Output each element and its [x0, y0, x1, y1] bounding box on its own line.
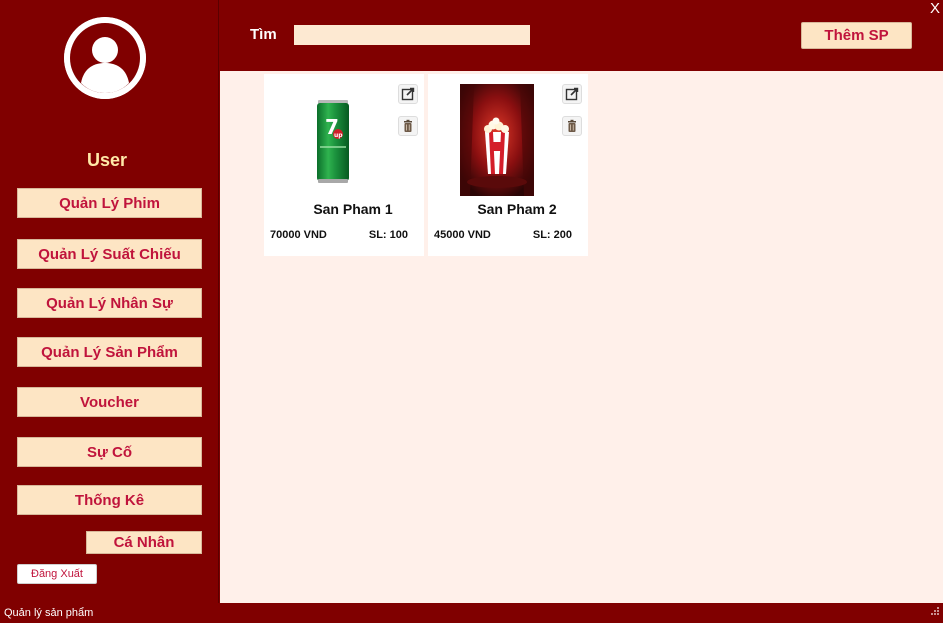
product-card[interactable]: 7 up San Pham 1 70000 VND SL: 100: [264, 74, 424, 256]
menu-button-quan-ly-suat-chieu[interactable]: Quản Lý Suất Chiếu: [17, 239, 202, 269]
user-label: User: [86, 150, 128, 170]
search-label: Tìm: [250, 26, 277, 43]
edit-icon[interactable]: [562, 84, 582, 104]
product-list: 7 up San Pham 1 70000 VND SL: 100 San Ph…: [220, 71, 943, 603]
7up-can-icon: 7 up: [296, 84, 370, 196]
resize-grip-icon[interactable]: [930, 603, 940, 621]
trash-icon[interactable]: [562, 116, 582, 136]
status-text: Quản lý sản phẩm: [4, 607, 94, 619]
add-product-button[interactable]: Thêm SP: [801, 22, 912, 49]
search-input[interactable]: [294, 25, 530, 45]
header: Tìm Thêm SP X: [219, 0, 943, 71]
product-card[interactable]: San Pham 2 45000 VND SL: 200: [428, 74, 588, 256]
popcorn-icon: [460, 84, 534, 196]
trash-icon[interactable]: [398, 116, 418, 136]
product-price: 70000 VND: [270, 229, 327, 241]
product-management-window: User Quản Lý Phim Quản Lý Suất Chiếu Quả…: [0, 0, 943, 623]
product-quantity: SL: 100: [368, 229, 408, 241]
status-bar: Quản lý sản phẩm: [0, 603, 943, 623]
logout-button[interactable]: Đăng Xuất: [17, 564, 97, 584]
menu-button-ca-nhan[interactable]: Cá Nhân: [86, 531, 202, 554]
user-avatar-icon: [64, 17, 146, 99]
close-icon[interactable]: X: [930, 0, 940, 18]
menu-button-voucher[interactable]: Voucher: [17, 387, 202, 417]
product-name: San Pham 2: [477, 201, 557, 217]
svg-text:up: up: [334, 132, 343, 139]
product-quantity: SL: 200: [532, 229, 572, 241]
menu-button-quan-ly-san-pham[interactable]: Quản Lý Sản Phẩm: [17, 337, 202, 367]
menu-button-quan-ly-nhan-su[interactable]: Quản Lý Nhân Sự: [17, 288, 202, 318]
edit-icon[interactable]: [398, 84, 418, 104]
product-price: 45000 VND: [434, 229, 491, 241]
product-name: San Pham 1: [313, 201, 393, 217]
sidebar: User Quản Lý Phim Quản Lý Suất Chiếu Quả…: [0, 0, 219, 603]
menu-button-thong-ke[interactable]: Thống Kê: [17, 485, 202, 515]
menu-button-su-co[interactable]: Sự Cố: [17, 437, 202, 467]
menu-button-quan-ly-phim[interactable]: Quản Lý Phim: [17, 188, 202, 218]
